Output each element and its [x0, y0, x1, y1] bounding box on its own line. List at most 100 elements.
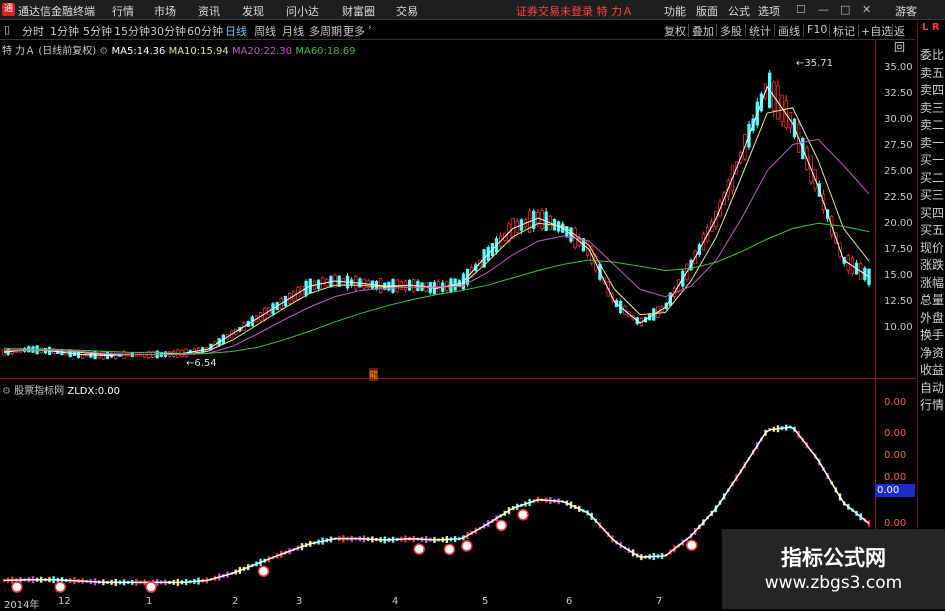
indicator-tick: 0.00	[884, 397, 907, 408]
price-tick: 27.50	[884, 140, 913, 151]
toolbar-divider	[858, 24, 859, 37]
side-panel-item[interactable]: 卖一	[920, 136, 944, 151]
side-panel-item[interactable]: 涨跌	[920, 258, 944, 273]
side-panel-item[interactable]: 买二	[920, 171, 944, 186]
time-tick: 1	[146, 596, 153, 607]
toolbar-divider	[829, 24, 830, 37]
period-30min[interactable]: 30分钟	[150, 23, 186, 39]
multi-stock-button[interactable]: 多股	[720, 23, 742, 39]
indicator-tick: 0.00	[884, 428, 907, 439]
side-panel-item[interactable]: 外盘	[920, 311, 944, 326]
price-tick: 35.00	[884, 62, 913, 73]
menu-options[interactable]: 选项	[758, 3, 780, 19]
menu-news[interactable]: 资讯	[198, 3, 220, 19]
draw-line-button[interactable]: 画线	[778, 23, 800, 39]
menu-discover[interactable]: 发现	[242, 3, 264, 19]
period-15min[interactable]: 15分钟	[114, 23, 150, 39]
price-tick: 12.50	[884, 296, 913, 307]
buy-signal-icon	[11, 581, 23, 593]
period-daily[interactable]: 日线	[225, 23, 247, 39]
price-tick: 20.00	[884, 218, 913, 229]
price-tick: 10.00	[884, 322, 913, 333]
price-tick: 30.00	[884, 114, 913, 125]
side-panel-item[interactable]: 买五	[920, 223, 944, 238]
ma5-line	[3, 85, 870, 357]
skin-icon[interactable]: ☐	[796, 3, 806, 16]
statistics-button[interactable]: 统计	[749, 23, 771, 39]
period-weekly[interactable]: 周线	[254, 23, 276, 39]
side-panel-item[interactable]: 现价	[920, 241, 944, 256]
minimize-icon[interactable]: —	[818, 3, 829, 16]
restore-rights-button[interactable]: 复权	[664, 23, 686, 39]
low-annotation: ←6.54	[186, 358, 217, 369]
buy-signal-icon	[54, 581, 66, 593]
side-panel-item[interactable]: 买三	[920, 188, 944, 203]
time-tick: 12	[58, 596, 71, 607]
period-intraday[interactable]: 分时	[22, 23, 44, 39]
side-panel-item[interactable]: 涨幅	[920, 276, 944, 291]
side-panel-item[interactable]: 买四	[920, 206, 944, 221]
login-alert[interactable]: 证券交易未登录 特 力Ａ	[516, 3, 633, 19]
period-1min[interactable]: 1分钟	[50, 23, 79, 39]
menu-quotes[interactable]: 行情	[112, 3, 134, 19]
high-annotation: ←35.71	[796, 58, 834, 69]
close-icon[interactable]: ✕	[862, 3, 871, 16]
time-tick: 3	[296, 596, 303, 607]
menu-trade[interactable]: 交易	[396, 3, 418, 19]
time-tick: 7	[656, 596, 663, 607]
overlay-button[interactable]: 叠加	[692, 23, 714, 39]
menu-formula[interactable]: 公式	[728, 3, 750, 19]
side-panel-item[interactable]: 总量	[920, 293, 944, 308]
side-panel-item[interactable]: 卖二	[920, 118, 944, 133]
time-tick: 2	[232, 596, 239, 607]
maximize-icon[interactable]: □	[840, 3, 850, 16]
price-tick: 15.00	[884, 270, 913, 281]
period-60min[interactable]: 60分钟	[187, 23, 223, 39]
period-toolbar: ▯ 分时 1分钟 5分钟 15分钟 30分钟 60分钟 日线 周线 月线 多周期…	[0, 21, 915, 54]
toolbar-divider	[774, 24, 775, 37]
side-panel-item[interactable]: 自动	[920, 381, 944, 396]
lr-label: L R	[922, 22, 940, 33]
mark-button[interactable]: 标记	[833, 23, 855, 39]
f10-button[interactable]: F10	[807, 23, 827, 36]
side-panel-item[interactable]: 委比	[920, 48, 944, 63]
watermark-title: 指标公式网	[781, 546, 886, 570]
side-panel-item[interactable]: 卖四	[920, 83, 944, 98]
menu-wealth[interactable]: 财富圈	[342, 3, 375, 19]
indicator-tick: 0.00	[884, 450, 907, 461]
menu-market[interactable]: 市场	[154, 3, 176, 19]
chevron-right-icon[interactable]: ›	[368, 23, 372, 33]
price-chart[interactable]	[0, 40, 916, 379]
buy-signal-icon	[685, 539, 698, 551]
buy-signal-icon	[257, 565, 270, 577]
buy-signal-icon	[461, 540, 473, 552]
toolbar-divider	[745, 24, 746, 37]
indicator-tick: 0.00	[884, 472, 907, 483]
side-panel-item[interactable]: 买一	[920, 153, 944, 168]
side-panel-item[interactable]: 卖五	[920, 66, 944, 81]
period-multi[interactable]: 多周期	[309, 23, 342, 39]
toolbar-divider	[803, 24, 804, 37]
toolbar-divider	[688, 24, 689, 37]
side-panel-item[interactable]: 净资	[920, 346, 944, 361]
add-watchlist-button[interactable]: +自选	[861, 23, 892, 39]
side-panel-item[interactable]: 收益	[920, 363, 944, 378]
side-panel-item[interactable]: 换手	[920, 328, 944, 343]
menu-ask[interactable]: 问小达	[286, 3, 319, 19]
watermark: 指标公式网 www.zbgs3.com	[722, 529, 945, 609]
guest-label[interactable]: 游客	[895, 3, 917, 19]
side-panel-item[interactable]: 行情	[920, 398, 944, 413]
time-tick: 4	[392, 596, 399, 607]
price-tick: 25.00	[884, 166, 913, 177]
period-more[interactable]: 更多	[343, 23, 365, 39]
period-5min[interactable]: 5分钟	[83, 23, 112, 39]
app-logo-icon: 通	[2, 3, 15, 16]
menu-function[interactable]: 功能	[664, 3, 686, 19]
current-value-box: 0.00	[875, 484, 915, 497]
side-panel-item[interactable]: 卖三	[920, 101, 944, 116]
toolbar-divider	[716, 24, 717, 37]
price-tick: 17.50	[884, 244, 913, 255]
period-monthly[interactable]: 月线	[282, 23, 304, 39]
menu-layout[interactable]: 版面	[696, 3, 718, 19]
watermark-url: www.zbgs3.com	[764, 573, 903, 593]
